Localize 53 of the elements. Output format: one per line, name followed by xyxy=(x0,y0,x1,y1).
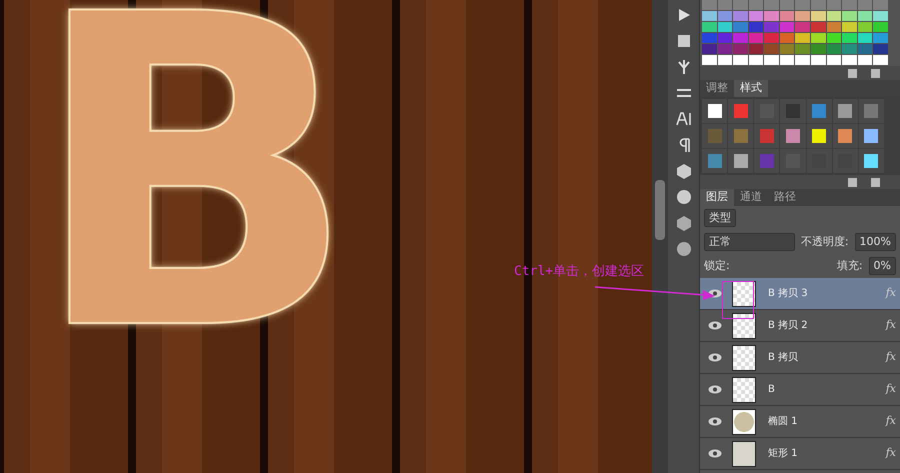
eye-icon[interactable] xyxy=(708,449,722,458)
layer-row[interactable]: 矩形 1 fx xyxy=(700,438,900,470)
layer-thumbnail xyxy=(732,440,756,466)
layer-name: 椭圆 1 xyxy=(768,414,799,429)
effects-label: fx xyxy=(886,381,896,398)
layer-thumbnail xyxy=(732,408,756,434)
panel-tab[interactable]: 调整 xyxy=(700,80,734,97)
eye-icon[interactable] xyxy=(708,417,722,426)
style-preset-icon[interactable] xyxy=(806,124,832,148)
style-preset-icon[interactable] xyxy=(702,99,728,123)
filter-dropdown[interactable]: 类型 xyxy=(704,208,736,228)
panel-tab[interactable]: 通道 xyxy=(734,189,768,206)
effects-label: fx xyxy=(886,285,896,302)
highlight-frame xyxy=(722,281,754,319)
panel-tab[interactable]: 路径 xyxy=(768,189,802,206)
fill-field[interactable]: 0% xyxy=(868,256,896,276)
opacity-field[interactable]: 100% xyxy=(854,232,896,252)
circle-icon[interactable] xyxy=(674,188,692,206)
effects-label: fx xyxy=(886,445,896,462)
layer-thumbnail xyxy=(732,312,756,338)
blend-mode-dropdown[interactable]: 正常 xyxy=(704,232,795,252)
panel-tab[interactable]: 图层 xyxy=(700,189,734,206)
style-preset-icon[interactable] xyxy=(728,149,754,173)
layer-row[interactable]: B 拷贝 3 fx xyxy=(700,278,900,310)
effects-label: fx xyxy=(886,349,896,366)
style-preset-icon[interactable] xyxy=(858,149,884,173)
panel-tab[interactable]: 样式 xyxy=(734,80,768,97)
fill-label: 填充: xyxy=(836,258,863,274)
layer-name: 矩形 1 xyxy=(768,447,799,461)
layer-row[interactable]: B 拷贝 fx xyxy=(700,342,900,374)
circle-icon[interactable] xyxy=(674,240,692,258)
effects-label: fx xyxy=(886,413,896,430)
layer-name: B xyxy=(768,383,776,397)
letter-artwork: B xyxy=(30,0,358,390)
style-preset-icon[interactable] xyxy=(858,124,884,148)
layer-row[interactable]: B fx xyxy=(700,374,900,406)
opacity-label: 不透明度: xyxy=(800,234,849,250)
scrollbar-thumb[interactable] xyxy=(655,180,665,240)
layer-name: B 拷贝 xyxy=(768,351,800,365)
layer-name: B 拷贝 3 xyxy=(768,287,809,301)
eye-icon[interactable] xyxy=(708,321,722,330)
eye-icon[interactable] xyxy=(708,385,722,394)
layer-name: B 拷贝 2 xyxy=(768,319,809,333)
eye-icon[interactable] xyxy=(708,353,722,362)
layer-thumbnail xyxy=(732,280,756,306)
annotation-text: Ctrl+单击，创建选区 xyxy=(514,263,644,280)
layer-row[interactable]: B 拷贝 2 fx xyxy=(700,310,900,342)
effects-label: fx xyxy=(886,317,896,334)
lock-label: 锁定: xyxy=(704,258,730,274)
layer-thumbnail xyxy=(732,344,756,370)
layer-row[interactable]: 椭圆 1 fx xyxy=(700,406,900,438)
layer-thumbnail xyxy=(732,376,756,402)
character-icon[interactable] xyxy=(674,110,692,128)
